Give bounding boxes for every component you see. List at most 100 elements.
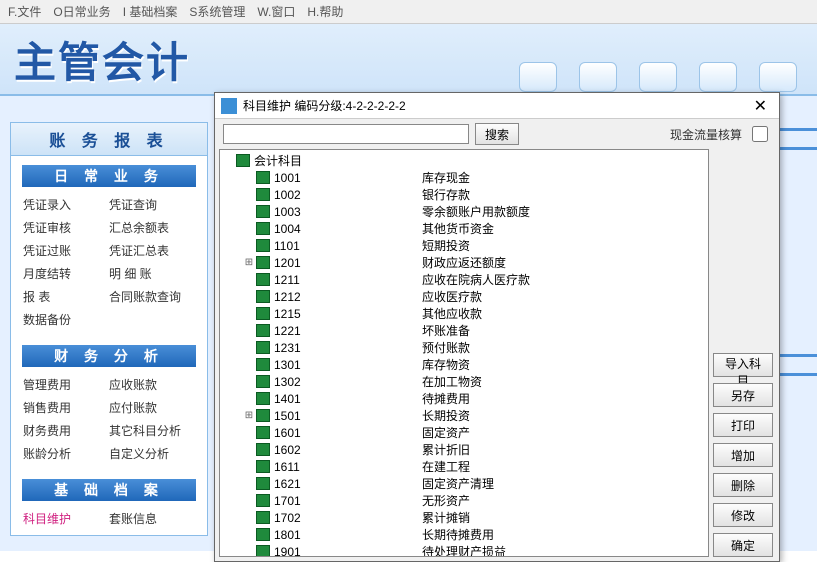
tree-node[interactable]: 1211应收在院病人医疗款 [220, 271, 708, 288]
dialog-title-text: 科目维护 编码分级:4-2-2-2-2-2 [243, 97, 748, 114]
nav-link[interactable]: 应付账款 [109, 399, 195, 416]
dialog-search-bar: 搜索 现金流量核算 [215, 119, 779, 149]
tree-node[interactable]: ⊞1501长期投资 [220, 407, 708, 424]
account-icon [256, 222, 270, 235]
account-code: 1212 [274, 290, 422, 304]
dialog-button[interactable]: 确定 [713, 533, 773, 557]
tree-node[interactable]: 1801长期待摊费用 [220, 526, 708, 543]
tree-node[interactable]: 1004其他货币资金 [220, 220, 708, 237]
account-name: 固定资产 [422, 424, 470, 441]
account-code: 1004 [274, 222, 422, 236]
folder-icon [236, 154, 250, 167]
tree-node[interactable]: 1602累计折旧 [220, 441, 708, 458]
nav-link[interactable]: 数据备份 [23, 311, 195, 328]
dialog-button[interactable]: 另存 [713, 383, 773, 407]
account-code: 1001 [274, 171, 422, 185]
nav-link[interactable]: 其它科目分析 [109, 422, 195, 439]
nav-link[interactable]: 套账信息 [109, 510, 195, 527]
nav-link[interactable]: 管理费用 [23, 376, 109, 393]
section-header: 日 常 业 务 [21, 164, 197, 188]
nav-link[interactable]: 合同账款查询 [109, 288, 195, 305]
toolbar-icon-1[interactable] [519, 62, 557, 92]
cash-flow-checkbox[interactable] [752, 126, 768, 142]
link-grid: 科目维护套账信息 [11, 508, 207, 535]
account-icon [256, 171, 270, 184]
dialog-button[interactable]: 导入科目 [713, 353, 773, 377]
tree-node[interactable]: 1215其他应收款 [220, 305, 708, 322]
account-name: 其他应收款 [422, 305, 482, 322]
tree-node[interactable]: 1302在加工物资 [220, 373, 708, 390]
cash-flow-text: 现金流量核算 [670, 126, 742, 143]
account-icon [256, 188, 270, 201]
expand-icon[interactable]: ⊞ [242, 410, 256, 421]
tree-node[interactable]: 1611在建工程 [220, 458, 708, 475]
tree-node[interactable]: 1401待摊费用 [220, 390, 708, 407]
tree-node[interactable]: 1212应收医疗款 [220, 288, 708, 305]
tree-node[interactable]: 1002银行存款 [220, 186, 708, 203]
tree-node[interactable]: 1221坏账准备 [220, 322, 708, 339]
expand-icon[interactable]: ⊞ [242, 257, 256, 268]
tree-node[interactable]: 1621固定资产清理 [220, 475, 708, 492]
nav-link[interactable]: 月度结转 [23, 265, 109, 282]
account-icon [256, 307, 270, 320]
nav-link[interactable]: 科目维护 [23, 510, 109, 527]
menu-file[interactable]: F.文件 [8, 3, 41, 20]
dialog-button[interactable]: 删除 [713, 473, 773, 497]
tree-node[interactable]: 1601固定资产 [220, 424, 708, 441]
nav-link[interactable]: 账龄分析 [23, 445, 109, 462]
search-button[interactable]: 搜索 [475, 123, 519, 145]
account-icon [256, 273, 270, 286]
account-code: 1003 [274, 205, 422, 219]
tree-node[interactable]: 1901待处理财产损益 [220, 543, 708, 557]
nav-link[interactable]: 自定义分析 [109, 445, 195, 462]
toolbar-icon-2[interactable] [579, 62, 617, 92]
account-code: 1211 [274, 273, 422, 287]
nav-link[interactable]: 报 表 [23, 288, 109, 305]
nav-link[interactable]: 凭证过账 [23, 242, 109, 259]
toolbar-icon-4[interactable] [699, 62, 737, 92]
account-name: 应收医疗款 [422, 288, 482, 305]
tree-node[interactable]: 1701无形资产 [220, 492, 708, 509]
tree-node[interactable]: 1702累计摊销 [220, 509, 708, 526]
nav-link[interactable]: 财务费用 [23, 422, 109, 439]
dialog-button[interactable]: 修改 [713, 503, 773, 527]
close-icon[interactable]: ✕ [748, 96, 773, 116]
dialog-button[interactable]: 打印 [713, 413, 773, 437]
tree-node[interactable]: ⊞1201财政应返还额度 [220, 254, 708, 271]
tree-node[interactable]: 1003零余额账户用款额度 [220, 203, 708, 220]
account-code: 1101 [274, 239, 422, 253]
nav-link[interactable]: 凭证录入 [23, 196, 109, 213]
account-tree[interactable]: 会计科目1001库存现金1002银行存款1003零余额账户用款额度1004其他货… [219, 149, 709, 557]
nav-link[interactable]: 凭证汇总表 [109, 242, 195, 259]
nav-link[interactable]: 销售费用 [23, 399, 109, 416]
menu-window[interactable]: W.窗口 [257, 3, 295, 20]
link-grid: 管理费用应收账款销售费用应付账款财务费用其它科目分析账龄分析自定义分析 [11, 374, 207, 470]
account-icon [256, 392, 270, 405]
menu-help[interactable]: H.帮助 [307, 3, 343, 20]
account-dialog: 科目维护 编码分级:4-2-2-2-2-2 ✕ 搜索 现金流量核算 会计科目10… [214, 92, 780, 562]
toolbar-icon-3[interactable] [639, 62, 677, 92]
search-input[interactable] [223, 124, 469, 144]
account-code: 1201 [274, 256, 422, 270]
menu-daily[interactable]: O日常业务 [53, 3, 110, 20]
tree-node[interactable]: 1101短期投资 [220, 237, 708, 254]
account-name: 固定资产清理 [422, 475, 494, 492]
dialog-button[interactable]: 增加 [713, 443, 773, 467]
nav-link[interactable]: 明 细 账 [109, 265, 195, 282]
nav-link[interactable]: 汇总余额表 [109, 219, 195, 236]
tree-node[interactable]: 1231预付账款 [220, 339, 708, 356]
tree-node[interactable]: 1301库存物资 [220, 356, 708, 373]
menu-system[interactable]: S系统管理 [189, 3, 245, 20]
account-name: 坏账准备 [422, 322, 470, 339]
account-code: 1801 [274, 528, 422, 542]
tree-node[interactable]: 1001库存现金 [220, 169, 708, 186]
toolbar-icon-5[interactable] [759, 62, 797, 92]
menu-basedata[interactable]: I 基础档案 [123, 3, 178, 20]
account-icon [256, 205, 270, 218]
nav-link[interactable]: 凭证查询 [109, 196, 195, 213]
tree-root-label[interactable]: 会计科目 [254, 152, 302, 169]
dialog-titlebar: 科目维护 编码分级:4-2-2-2-2-2 ✕ [215, 93, 779, 119]
nav-link[interactable]: 应收账款 [109, 376, 195, 393]
account-code: 1611 [274, 460, 422, 474]
nav-link[interactable]: 凭证审核 [23, 219, 109, 236]
